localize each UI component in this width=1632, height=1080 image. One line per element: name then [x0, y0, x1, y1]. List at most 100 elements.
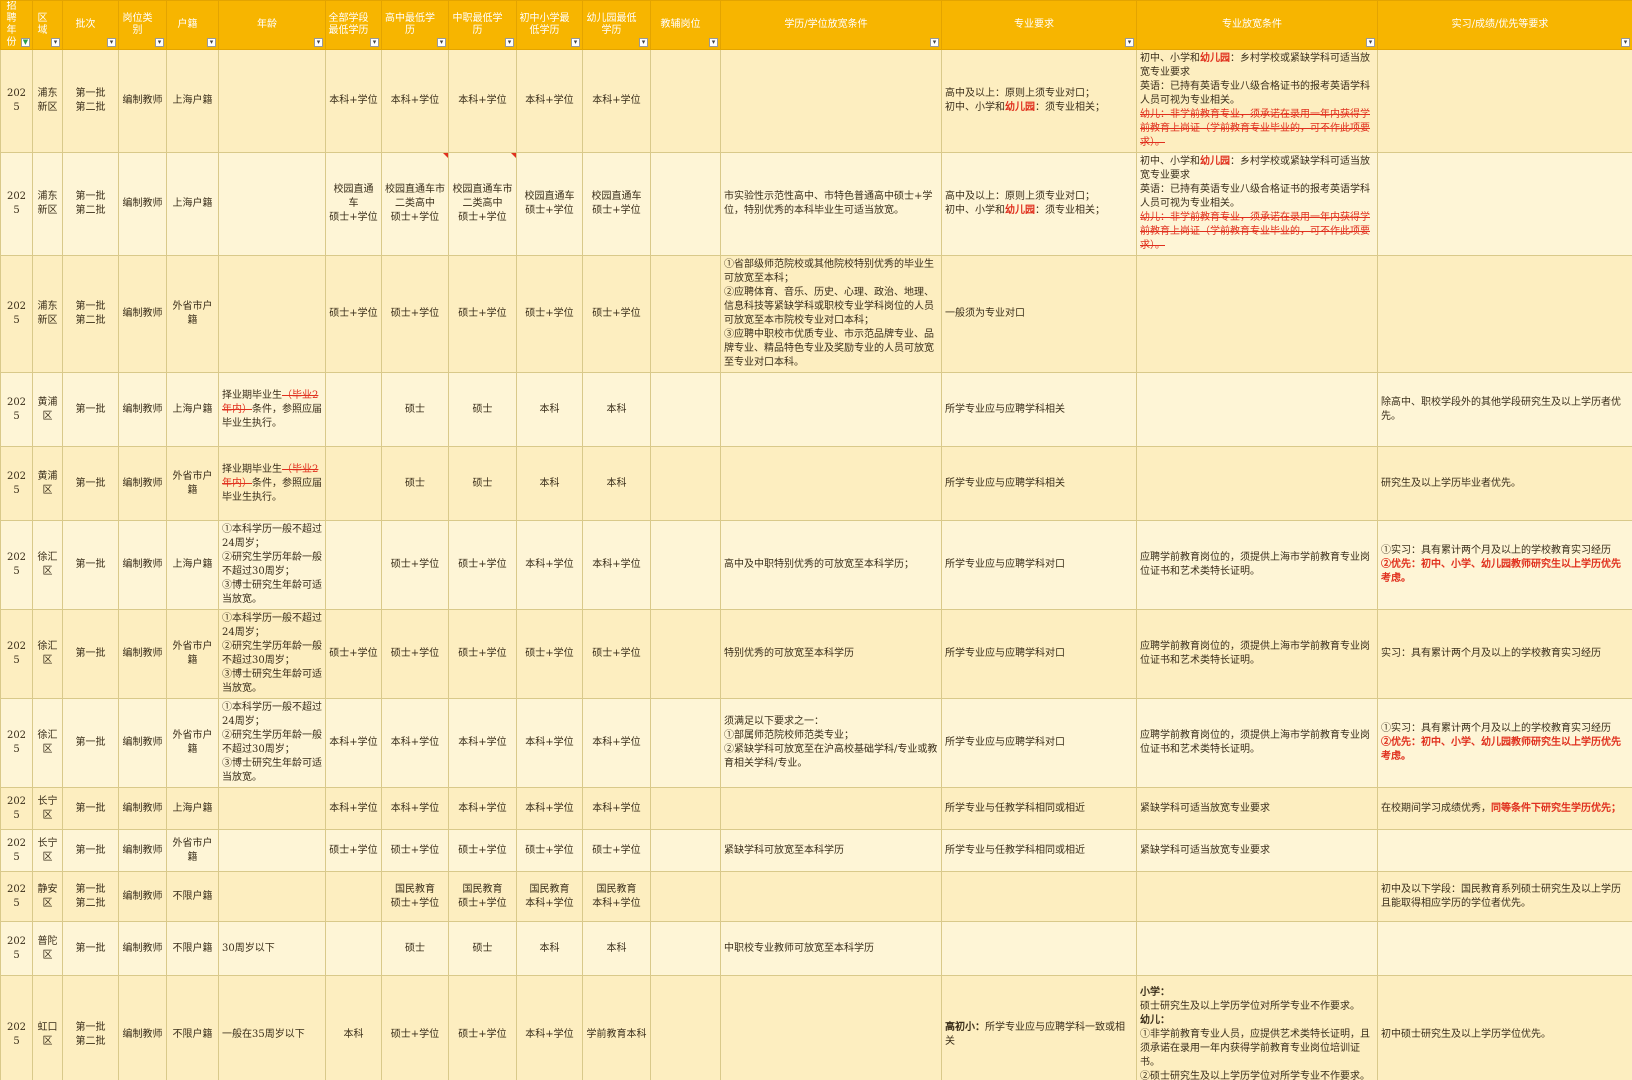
cell-high-min-degree[interactable]: 硕士: [381, 372, 449, 447]
cell-major-relax[interactable]: 小学： 硕士研究生及以上学历学位对所学专业不作要求。 幼儿： ①非学前教育专业人员，应…: [1136, 975, 1378, 1080]
cell-category[interactable]: 编制教师: [118, 975, 167, 1080]
cell-district[interactable]: 黄浦区: [32, 446, 63, 521]
cell-degree-relax[interactable]: [720, 446, 942, 521]
cell-degree-relax[interactable]: 中职校专业教师可放宽至本科学历: [720, 921, 942, 976]
cell-all-min-degree[interactable]: 硕士+学位: [325, 609, 382, 699]
cell-aux[interactable]: [650, 921, 721, 976]
cell-voc-min-degree[interactable]: 硕士: [448, 446, 517, 521]
cell-year[interactable]: 2025: [0, 609, 33, 699]
cell-high-min-degree[interactable]: 国民教育 硕士+学位: [381, 871, 449, 922]
cell-all-min-degree[interactable]: 本科+学位: [325, 49, 382, 153]
cell-high-min-degree[interactable]: 本科+学位: [381, 49, 449, 153]
cell-high-min-degree[interactable]: 校园直通车市 二类高中 硕士+学位: [381, 152, 449, 256]
cell-mid-min-degree[interactable]: 国民教育 本科+学位: [516, 871, 583, 922]
cell-high-min-degree[interactable]: 硕士+学位: [381, 829, 449, 872]
cell-degree-relax[interactable]: ①省部级师范院校或其他院校特别优秀的毕业生可放宽至本科； ②应聘体育、音乐、历史、…: [720, 255, 942, 373]
cell-district[interactable]: 普陀区: [32, 921, 63, 976]
cell-voc-min-degree[interactable]: 硕士: [448, 372, 517, 447]
cell-aux[interactable]: [650, 698, 721, 788]
cell-mid-min-degree[interactable]: 本科+学位: [516, 975, 583, 1080]
cell-major-relax[interactable]: [1136, 921, 1378, 976]
cell-age[interactable]: [218, 871, 326, 922]
cell-major[interactable]: [941, 871, 1137, 922]
cell-kid-min-degree[interactable]: 硕士+学位: [582, 829, 651, 872]
cell-year[interactable]: 2025: [0, 372, 33, 447]
cell-other[interactable]: [1377, 921, 1632, 976]
cell-mid-min-degree[interactable]: 硕士+学位: [516, 609, 583, 699]
filter-dropdown-icon[interactable]: ▾: [571, 38, 580, 47]
cell-major-relax[interactable]: [1136, 372, 1378, 447]
cell-mid-min-degree[interactable]: 校园直通车 硕士+学位: [516, 152, 583, 256]
cell-age[interactable]: [218, 49, 326, 153]
cell-voc-min-degree[interactable]: 本科+学位: [448, 787, 517, 830]
cell-degree-relax[interactable]: 须满足以下要求之一： ①部属师范院校师范类专业； ②紧缺学科可放宽至在沪高校基础学科…: [720, 698, 942, 788]
cell-kid-min-degree[interactable]: 本科+学位: [582, 787, 651, 830]
cell-category[interactable]: 编制教师: [118, 698, 167, 788]
cell-kid-min-degree[interactable]: 本科+学位: [582, 520, 651, 610]
cell-mid-min-degree[interactable]: 硕士+学位: [516, 255, 583, 373]
comment-marker-icon[interactable]: [511, 153, 516, 158]
filter-dropdown-icon[interactable]: ▾: [1366, 38, 1375, 47]
cell-mid-min-degree[interactable]: 本科: [516, 921, 583, 976]
filter-dropdown-icon[interactable]: ▾: [1621, 38, 1630, 47]
cell-other[interactable]: 初中硕士研究生及以上学历学位优先。: [1377, 975, 1632, 1080]
filter-dropdown-icon[interactable]: ▾: [639, 38, 648, 47]
cell-batch[interactable]: 第一批: [62, 698, 119, 788]
cell-year[interactable]: 2025: [0, 975, 33, 1080]
cell-batch[interactable]: 第一批: [62, 921, 119, 976]
cell-batch[interactable]: 第一批: [62, 372, 119, 447]
cell-voc-min-degree[interactable]: 硕士+学位: [448, 975, 517, 1080]
cell-age[interactable]: [218, 255, 326, 373]
cell-huji[interactable]: 上海户籍: [166, 152, 219, 256]
cell-major[interactable]: 高初小：所学专业应与应聘学科一致或相关: [941, 975, 1137, 1080]
cell-age[interactable]: [218, 829, 326, 872]
cell-category[interactable]: 编制教师: [118, 787, 167, 830]
cell-major[interactable]: 所学专业应与应聘学科相关: [941, 372, 1137, 447]
cell-major-relax[interactable]: 应聘学前教育岗位的，须提供上海市学前教育专业岗位证书和艺术类特长证明。: [1136, 609, 1378, 699]
cell-age[interactable]: [218, 152, 326, 256]
cell-category[interactable]: 编制教师: [118, 609, 167, 699]
cell-huji[interactable]: 外省市户籍: [166, 829, 219, 872]
cell-voc-min-degree[interactable]: 国民教育 硕士+学位: [448, 871, 517, 922]
filter-dropdown-icon[interactable]: ▾: [1125, 38, 1134, 47]
cell-high-min-degree[interactable]: 本科+学位: [381, 787, 449, 830]
cell-aux[interactable]: [650, 609, 721, 699]
cell-high-min-degree[interactable]: 硕士+学位: [381, 520, 449, 610]
cell-aux[interactable]: [650, 975, 721, 1080]
cell-other[interactable]: ①实习：具有累计两个月及以上的学校教育实习经历 ②优先：初中、小学、幼儿园教师研究…: [1377, 520, 1632, 610]
cell-other[interactable]: [1377, 49, 1632, 153]
cell-voc-min-degree[interactable]: 硕士+学位: [448, 255, 517, 373]
cell-age[interactable]: 择业期毕业生（毕业2年内）条件，参照应届毕业生执行。: [218, 446, 326, 521]
cell-degree-relax[interactable]: 特别优秀的可放宽至本科学历: [720, 609, 942, 699]
cell-major[interactable]: 所学专业应与应聘学科对口: [941, 609, 1137, 699]
cell-all-min-degree[interactable]: [325, 372, 382, 447]
cell-kid-min-degree[interactable]: 校园直通车 硕士+学位: [582, 152, 651, 256]
cell-district[interactable]: 徐汇区: [32, 609, 63, 699]
cell-all-min-degree[interactable]: [325, 871, 382, 922]
cell-year[interactable]: 2025: [0, 871, 33, 922]
cell-kid-min-degree[interactable]: 本科+学位: [582, 49, 651, 153]
cell-district[interactable]: 静安区: [32, 871, 63, 922]
cell-major[interactable]: 高中及以上：原则上须专业对口； 初中、小学和幼儿园：须专业相关；: [941, 49, 1137, 153]
cell-huji[interactable]: 上海户籍: [166, 787, 219, 830]
cell-major[interactable]: 所学专业与任教学科相同或相近: [941, 829, 1137, 872]
cell-major-relax[interactable]: [1136, 871, 1378, 922]
cell-voc-min-degree[interactable]: 本科+学位: [448, 698, 517, 788]
cell-other[interactable]: ①实习：具有累计两个月及以上的学校教育实习经历 ②优先：初中、小学、幼儿园教师研究…: [1377, 698, 1632, 788]
cell-major-relax[interactable]: 应聘学前教育岗位的，须提供上海市学前教育专业岗位证书和艺术类特长证明。: [1136, 520, 1378, 610]
cell-degree-relax[interactable]: [720, 871, 942, 922]
cell-aux[interactable]: [650, 49, 721, 153]
cell-aux[interactable]: [650, 152, 721, 256]
cell-category[interactable]: 编制教师: [118, 446, 167, 521]
cell-aux[interactable]: [650, 255, 721, 373]
cell-batch[interactable]: 第一批: [62, 829, 119, 872]
cell-voc-min-degree[interactable]: 硕士+学位: [448, 829, 517, 872]
cell-mid-min-degree[interactable]: 本科+学位: [516, 698, 583, 788]
cell-category[interactable]: 编制教师: [118, 372, 167, 447]
cell-high-min-degree[interactable]: 硕士: [381, 921, 449, 976]
cell-district[interactable]: 浦东新区: [32, 49, 63, 153]
cell-kid-min-degree[interactable]: 国民教育 本科+学位: [582, 871, 651, 922]
cell-degree-relax[interactable]: 高中及中职特别优秀的可放宽至本科学历；: [720, 520, 942, 610]
cell-year[interactable]: 2025: [0, 787, 33, 830]
cell-major[interactable]: 所学专业应与应聘学科对口: [941, 520, 1137, 610]
